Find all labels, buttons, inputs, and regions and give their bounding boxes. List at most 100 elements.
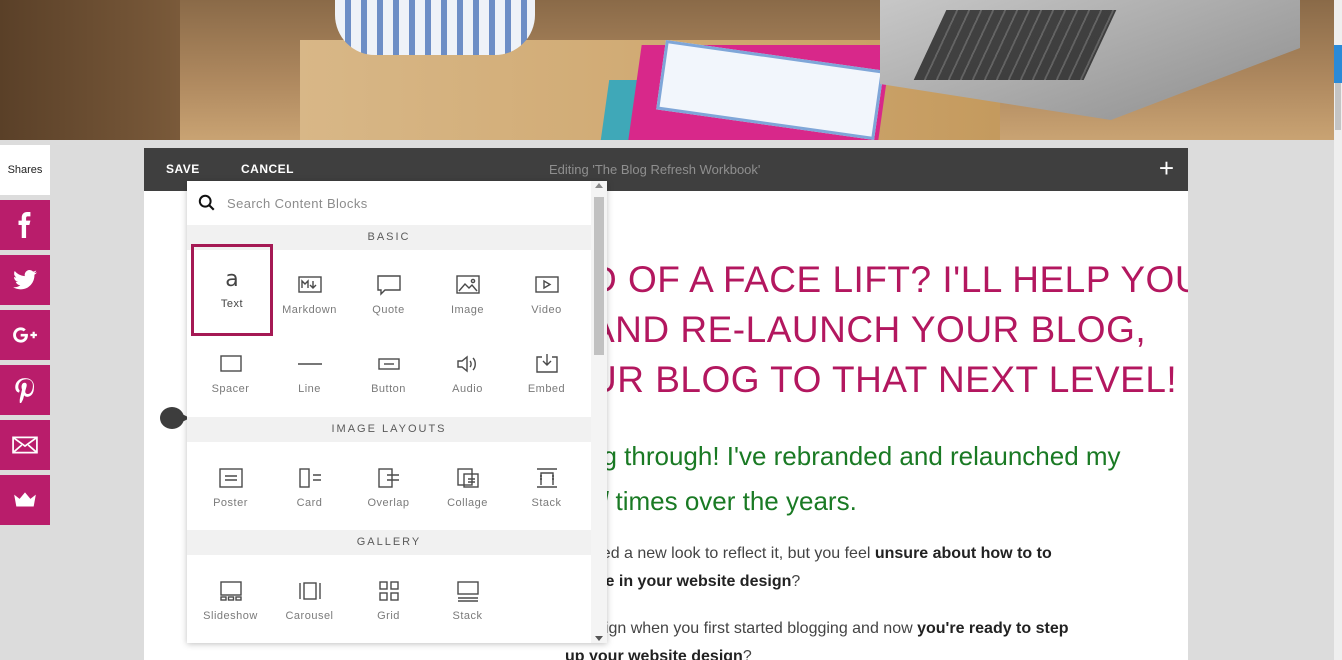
content-block-picker: BASIC a Text Markdown Quote Image Video … (187, 181, 607, 643)
poster-icon (218, 467, 244, 489)
block-video[interactable]: Video (507, 250, 586, 329)
facebook-icon (18, 212, 31, 238)
subheading-line: al times over the years. (588, 479, 1121, 524)
block-audio[interactable]: Audio (428, 329, 507, 408)
crown-share-button[interactable] (0, 475, 50, 525)
subheading-text: times over the years. (608, 486, 857, 516)
audio-icon (455, 353, 481, 375)
headline-line: D OF A FACE LIFT? I'LL HELP YOU (590, 259, 1188, 300)
subheading-line: ng through! I've rebranded and relaunche… (588, 441, 1121, 471)
paragraph-text: ? (742, 648, 752, 660)
insert-point-handle[interactable] (160, 407, 190, 429)
headline-line: AND RE-LAUNCH YOUR BLOG, (590, 309, 1147, 350)
stack-gallery-icon (455, 580, 481, 602)
block-label: Spacer (211, 383, 250, 395)
paragraph-bold: you're ready to step (917, 620, 1069, 637)
email-icon (12, 436, 38, 454)
block-label: Image (450, 304, 485, 316)
twitter-icon (13, 270, 37, 290)
block-markdown[interactable]: Markdown (270, 250, 349, 329)
crown-icon (14, 492, 36, 507)
block-stack-layout[interactable]: Stack (507, 443, 586, 522)
block-label: Embed (527, 383, 566, 395)
button-icon (376, 353, 402, 375)
card-icon (297, 467, 323, 489)
block-collage[interactable]: Collage (428, 443, 507, 522)
block-label: Text (220, 298, 244, 310)
block-overlap[interactable]: Overlap (349, 443, 428, 522)
block-spacer[interactable]: Spacer (191, 329, 270, 408)
page-headline: D OF A FACE LIFT? I'LL HELP YOU AND RE-L… (590, 255, 1188, 405)
block-label: Slideshow (203, 610, 258, 622)
paragraph-bold: unsure about how to to (874, 545, 1052, 562)
block-label: Line (298, 383, 321, 395)
paragraph-line: nge in your website design? (565, 568, 1052, 596)
pinterest-share-button[interactable] (0, 365, 50, 415)
google-plus-share-button[interactable] (0, 310, 50, 360)
block-slideshow[interactable]: Slideshow (191, 556, 270, 635)
block-label: Quote (372, 304, 405, 316)
basic-blocks-grid: a Text Markdown Quote Image Video Spacer… (187, 244, 591, 408)
section-image-layouts-header: IMAGE LAYOUTS (187, 417, 591, 442)
slideshow-icon (218, 580, 244, 602)
block-label: Video (531, 304, 562, 316)
block-image[interactable]: Image (428, 250, 507, 329)
google-plus-icon (13, 327, 37, 343)
search-input[interactable] (227, 191, 567, 215)
editing-title: Editing 'The Blog Refresh Workbook' (549, 162, 761, 177)
scroll-accent (1334, 45, 1342, 83)
carousel-icon (297, 580, 323, 602)
block-line[interactable]: Line (270, 329, 349, 408)
headline-line: UR BLOG TO THAT NEXT LEVEL! (590, 359, 1178, 400)
block-label: Poster (213, 497, 248, 509)
block-grid[interactable]: Grid (349, 556, 428, 635)
block-label: Markdown (282, 304, 337, 316)
plus-icon[interactable]: + (1159, 155, 1174, 181)
section-gallery-header: GALLERY (187, 530, 591, 555)
block-label: Stack (531, 497, 562, 509)
page-scrollbar[interactable] (1334, 0, 1342, 660)
image-layouts-grid: Poster Card Overlap Collage Stack (187, 443, 591, 529)
block-stack-gallery[interactable]: Stack (428, 556, 507, 635)
scroll-down-icon[interactable] (595, 636, 603, 641)
paragraph-line: up your website design? (565, 643, 1069, 660)
scroll-up-icon[interactable] (595, 183, 603, 188)
image-icon (455, 274, 481, 296)
block-label: Grid (377, 610, 400, 622)
pinterest-icon (15, 378, 34, 403)
paragraph-text: ? (791, 573, 801, 590)
save-button[interactable]: SAVE (166, 162, 200, 176)
paragraph-1: need a new look to reflect it, but you f… (565, 540, 1052, 596)
block-search (187, 181, 591, 224)
search-icon (198, 194, 215, 211)
twitter-share-button[interactable] (0, 255, 50, 305)
grid-icon (376, 580, 402, 602)
block-embed[interactable]: Embed (507, 329, 586, 408)
email-share-button[interactable] (0, 420, 50, 470)
block-card[interactable]: Card (270, 443, 349, 522)
block-label: Button (371, 383, 406, 395)
text-icon: a (219, 268, 245, 290)
block-label: Collage (447, 497, 488, 509)
svg-text:a: a (225, 268, 238, 290)
block-text[interactable]: a Text (191, 244, 273, 336)
picker-scrollbar[interactable] (591, 181, 607, 643)
collage-icon (455, 467, 481, 489)
block-poster[interactable]: Poster (191, 443, 270, 522)
gallery-grid: Slideshow Carousel Grid Stack (187, 556, 591, 642)
embed-icon (534, 353, 560, 375)
paragraph-2: esign when you first started blogging an… (565, 615, 1069, 660)
picker-scrollbar-thumb[interactable] (594, 197, 604, 355)
block-carousel[interactable]: Carousel (270, 556, 349, 635)
block-button[interactable]: Button (349, 329, 428, 408)
block-label: Overlap (367, 497, 410, 509)
hero-image (0, 0, 1342, 140)
line-icon (297, 353, 323, 375)
block-quote[interactable]: Quote (349, 250, 428, 329)
video-icon (534, 274, 560, 296)
intro-subheading: ng through! I've rebranded and relaunche… (588, 434, 1121, 524)
markdown-icon (297, 274, 323, 296)
facebook-share-button[interactable] (0, 200, 50, 250)
cancel-button[interactable]: CANCEL (241, 162, 294, 176)
stack-layout-icon (534, 467, 560, 489)
